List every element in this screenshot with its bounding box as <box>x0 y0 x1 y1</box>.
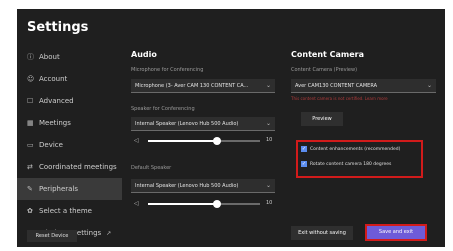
sidebar-item-label: About <box>39 53 60 61</box>
speaker-icon: ◁ <box>134 137 139 144</box>
sidebar-item-label: Advanced <box>39 97 74 105</box>
content-enhancements-checkbox[interactable]: ✓ Content enhancements (recommended) <box>301 145 400 155</box>
content-camera-title: Content Camera <box>291 50 364 59</box>
default-speaker-label: Default Speaker <box>131 165 172 171</box>
speaker-volume-value: 10 <box>266 137 273 143</box>
camera-warning: This content camera is not certified. Le… <box>291 96 388 101</box>
default-volume-value: 10 <box>266 200 273 206</box>
speaker-volume-slider[interactable]: ◁ 10 <box>134 136 279 146</box>
gear-icon: ☐ <box>27 97 34 105</box>
sidebar-item-coordinated-meetings[interactable]: ⇄ Coordinated meetings <box>17 156 122 178</box>
calendar-icon: ▦ <box>27 119 34 127</box>
checkbox-checked-icon: ✓ <box>301 145 307 152</box>
audio-title: Audio <box>131 50 157 59</box>
sidebar-item-device[interactable]: ▭ Device <box>17 134 122 156</box>
exit-without-saving-button[interactable]: Exit without saving <box>291 226 353 240</box>
checkbox-checked-icon: ✓ <box>301 160 307 167</box>
link-icon: ⇄ <box>27 163 33 171</box>
info-icon: ⓘ <box>27 53 34 61</box>
checkbox-label: Content enhancements (recommended) <box>310 147 401 152</box>
sidebar-item-label: Coordinated meetings <box>39 163 117 171</box>
checkbox-label: Rotate content camera 180 degrees <box>310 162 392 167</box>
slider-track <box>148 137 260 145</box>
slider-fill <box>148 140 218 142</box>
preview-button[interactable]: Preview <box>301 112 343 126</box>
monitor-icon: ▭ <box>27 141 34 149</box>
sidebar-item-label: Meetings <box>39 119 71 127</box>
sidebar-item-label: Peripherals <box>39 185 79 193</box>
speaker-label: Speaker for Conferencing <box>131 106 195 112</box>
sidebar-item-about[interactable]: ⓘ About <box>17 46 122 68</box>
content-camera-label: Content Camera (Preview) <box>291 67 358 73</box>
speaker-icon: ◁ <box>134 200 139 207</box>
default-speaker-dropdown[interactable]: Internal Speaker (Lenovo Hub 500 Audio) … <box>131 179 275 193</box>
peripherals-icon: ✎ <box>27 185 33 193</box>
slider-thumb[interactable] <box>213 200 222 208</box>
speaker-dropdown[interactable]: Internal Speaker (Lenovo Hub 500 Audio) … <box>131 117 275 131</box>
sidebar-item-account[interactable]: ☺ Account <box>17 68 122 90</box>
palette-icon: ✿ <box>27 207 33 215</box>
slider-track <box>148 200 260 208</box>
content-camera-dropdown[interactable]: Aver CAM130 CONTENT CAMERA ⌄ <box>291 79 436 93</box>
microphone-label: Microphone for Conferencing <box>131 67 204 73</box>
save-and-exit-button[interactable]: Save and exit <box>365 224 427 241</box>
sidebar: ⓘ About ☺ Account ☐ Advanced ▦ Meetings ▭ Dev… <box>17 46 122 244</box>
chevron-down-icon: ⌄ <box>265 182 271 189</box>
chevron-down-icon: ⌄ <box>265 120 271 127</box>
microphone-value: Microphone (3- Aver CAM 130 CONTENT CA..… <box>135 83 249 89</box>
speaker-value: Internal Speaker (Lenovo Hub 500 Audio) <box>135 121 239 127</box>
default-speaker-value: Internal Speaker (Lenovo Hub 500 Audio) <box>135 183 239 189</box>
external-link-icon: ↗ <box>106 230 112 237</box>
reset-device-button[interactable]: Reset Device <box>27 230 77 242</box>
page-title: Settings <box>27 20 89 35</box>
person-icon: ☺ <box>27 75 35 83</box>
chevron-down-icon: ⌄ <box>265 82 271 89</box>
content-camera-value: Aver CAM130 CONTENT CAMERA <box>295 83 378 89</box>
sidebar-item-meetings[interactable]: ▦ Meetings <box>17 112 122 134</box>
default-volume-slider[interactable]: ◁ 10 <box>134 199 279 209</box>
slider-fill <box>148 203 218 205</box>
chevron-down-icon: ⌄ <box>426 82 432 89</box>
microphone-dropdown[interactable]: Microphone (3- Aver CAM 130 CONTENT CA..… <box>131 79 275 93</box>
sidebar-item-label: Account <box>39 75 68 83</box>
slider-thumb[interactable] <box>213 137 222 145</box>
settings-window: Settings ⓘ About ☺ Account ☐ Advanced ▦ Meet… <box>17 9 445 247</box>
sidebar-item-advanced[interactable]: ☐ Advanced <box>17 90 122 112</box>
sidebar-item-peripherals[interactable]: ✎ Peripherals <box>17 178 122 200</box>
sidebar-item-label: Device <box>39 141 63 149</box>
rotate-camera-checkbox[interactable]: ✓ Rotate content camera 180 degrees <box>301 160 391 170</box>
sidebar-item-select-theme[interactable]: ✿ Select a theme <box>17 200 122 222</box>
sidebar-item-label: Select a theme <box>39 207 92 215</box>
